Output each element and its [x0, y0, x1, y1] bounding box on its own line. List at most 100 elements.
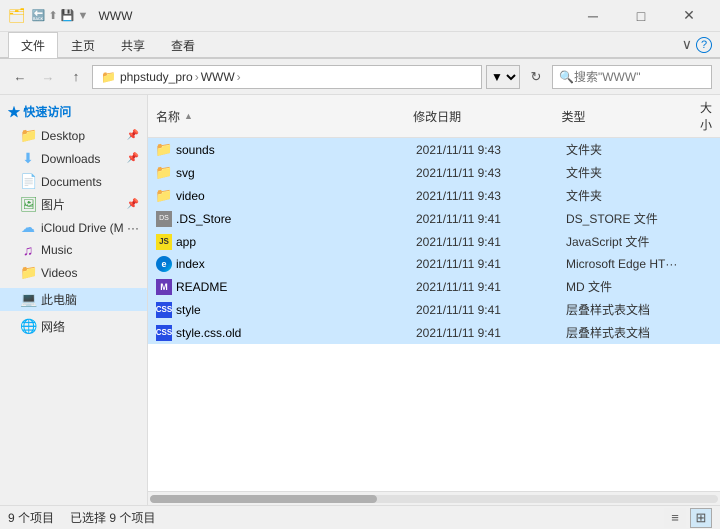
tab-view[interactable]: 查看: [158, 32, 208, 58]
file-type-stylecssold: 层叠样式表文档: [558, 322, 698, 343]
file-type-dsstore: DS_STORE 文件: [558, 208, 698, 229]
sidebar-item-music-label: Music: [41, 243, 72, 257]
music-icon: ♫: [20, 242, 36, 258]
forward-button[interactable]: →: [36, 65, 60, 89]
maximize-button[interactable]: □: [618, 0, 664, 32]
title-bar-left: 🗂 🔙 ⬆ 💾 ▼ WWW: [8, 7, 132, 24]
file-row-index[interactable]: e index 2021/11/11 9:41 Microsoft Edge H…: [148, 253, 720, 275]
file-name-readme: M README: [148, 277, 408, 297]
up-button[interactable]: ↑: [64, 65, 88, 89]
view-detail-button[interactable]: ⊞: [690, 508, 712, 528]
file-size-index: [698, 262, 720, 266]
file-size-video: [698, 194, 720, 198]
file-name-sounds: 📁 sounds: [148, 140, 408, 160]
file-row-app[interactable]: JS app 2021/11/11 9:41 JavaScript 文件: [148, 230, 720, 253]
tab-file[interactable]: 文件: [8, 32, 58, 58]
back-button[interactable]: ←: [8, 65, 32, 89]
sidebar-item-downloads[interactable]: ⬇ Downloads 📌: [0, 147, 147, 170]
sort-arrow-name: ▲: [184, 111, 193, 121]
file-date-index: 2021/11/11 9:41: [408, 255, 558, 273]
col-type[interactable]: 类型: [553, 106, 692, 127]
tab-home[interactable]: 主页: [58, 32, 108, 58]
file-name-index: e index: [148, 254, 408, 274]
file-row-style[interactable]: CSS style 2021/11/11 9:41 层叠样式表文档: [148, 298, 720, 321]
pin-icon-downloads: 📌: [127, 153, 139, 164]
refresh-button[interactable]: ↻: [524, 65, 548, 89]
file-size-readme: [698, 285, 720, 289]
folder-icon-video: 📁: [156, 188, 172, 204]
address-bar: ← → ↑ 📁 phpstudy_pro › WWW › ▼ ↻ 🔍: [0, 59, 720, 95]
main-area: ★ 快速访问 📁 Desktop 📌 ⬇ Downloads 📌 📄 Docum…: [0, 95, 720, 505]
file-date-stylecssold: 2021/11/11 9:41: [408, 324, 558, 342]
file-row-video[interactable]: 📁 video 2021/11/11 9:43 文件夹: [148, 184, 720, 207]
desktop-folder-icon: 📁: [20, 127, 36, 144]
css-icon-stylecssold: CSS: [156, 325, 172, 341]
sidebar-item-downloads-label: Downloads: [41, 152, 100, 166]
file-size-sounds: [698, 148, 720, 152]
sidebar-item-desktop[interactable]: 📁 Desktop 📌: [0, 124, 147, 147]
path-folder-icon: 📁: [101, 70, 116, 84]
col-size[interactable]: 大小: [692, 97, 720, 135]
file-size-dsstore: [698, 217, 720, 221]
status-bar: 9 个项目 已选择 9 个项目 ≡ ⊞: [0, 505, 720, 529]
view-list-button[interactable]: ≡: [664, 508, 686, 528]
file-row-dsstore[interactable]: DS .DS_Store 2021/11/11 9:41 DS_STORE 文件: [148, 207, 720, 230]
item-count: 9 个项目: [8, 509, 54, 526]
file-size-svg: [698, 171, 720, 175]
file-size-stylecssold: [698, 331, 720, 335]
title-text: WWW: [98, 9, 132, 23]
col-date[interactable]: 修改日期: [405, 106, 553, 127]
file-row-sounds[interactable]: 📁 sounds 2021/11/11 9:43 文件夹: [148, 138, 720, 161]
sidebar-item-music[interactable]: ♫ Music: [0, 239, 147, 261]
horizontal-scrollbar[interactable]: [148, 491, 720, 505]
path-sep-1: ›: [195, 70, 199, 84]
sidebar-item-pictures[interactable]: 🖼 图片 📌: [0, 193, 147, 216]
file-type-svg: 文件夹: [558, 162, 698, 183]
file-type-readme: MD 文件: [558, 276, 698, 297]
minimize-button[interactable]: ─: [570, 0, 616, 32]
file-date-dsstore: 2021/11/11 9:41: [408, 210, 558, 228]
file-type-index: Microsoft Edge HT···: [558, 255, 698, 273]
ribbon-collapse-icon[interactable]: ∨: [682, 36, 692, 53]
search-box[interactable]: 🔍: [552, 65, 712, 89]
icloud-icon: ☁: [20, 219, 36, 236]
ribbon-tabs: 文件 主页 共享 查看 ∨ ?: [0, 32, 720, 58]
file-name-svg: 📁 svg: [148, 163, 408, 183]
col-name[interactable]: 名称 ▲: [148, 106, 405, 127]
file-row-readme[interactable]: M README 2021/11/11 9:41 MD 文件: [148, 275, 720, 298]
close-button[interactable]: ✕: [666, 0, 712, 32]
file-row-svg[interactable]: 📁 svg 2021/11/11 9:43 文件夹: [148, 161, 720, 184]
file-date-svg: 2021/11/11 9:43: [408, 164, 558, 182]
scroll-track[interactable]: [150, 495, 718, 503]
file-name-app: JS app: [148, 232, 408, 252]
tab-share[interactable]: 共享: [108, 32, 158, 58]
file-type-style: 层叠样式表文档: [558, 299, 698, 320]
sidebar-item-icloud[interactable]: ☁ iCloud Drive (M ···: [0, 216, 147, 239]
downloads-folder-icon: ⬇: [20, 150, 36, 167]
file-row-stylecssold[interactable]: CSS style.css.old 2021/11/11 9:41 层叠样式表文…: [148, 321, 720, 344]
file-size-app: [698, 240, 720, 244]
sidebar-item-documents[interactable]: 📄 Documents: [0, 170, 147, 193]
file-name-stylecssold: CSS style.css.old: [148, 323, 408, 343]
file-area: 名称 ▲ 修改日期 类型 大小 📁 sounds 2021/11/11 9:43…: [148, 95, 720, 505]
quick-access-header[interactable]: ★ 快速访问: [0, 99, 147, 124]
documents-folder-icon: 📄: [20, 173, 36, 190]
folder-icon-svg: 📁: [156, 165, 172, 181]
sidebar-item-videos[interactable]: 📁 Videos: [0, 261, 147, 284]
file-name-style: CSS style: [148, 300, 408, 320]
status-right: ≡ ⊞: [664, 508, 712, 528]
file-date-app: 2021/11/11 9:41: [408, 233, 558, 251]
sidebar-item-videos-label: Videos: [41, 266, 77, 280]
file-type-app: JavaScript 文件: [558, 231, 698, 252]
title-bar-controls: ─ □ ✕: [570, 0, 712, 32]
help-icon[interactable]: ?: [696, 37, 712, 53]
search-input[interactable]: [574, 70, 720, 84]
sidebar-item-network[interactable]: 🌐 网络: [0, 315, 147, 338]
scroll-thumb[interactable]: [150, 495, 377, 503]
address-path[interactable]: 📁 phpstudy_pro › WWW ›: [92, 65, 482, 89]
path-dropdown[interactable]: ▼: [486, 65, 520, 89]
sidebar-item-thispc[interactable]: 💻 此电脑: [0, 288, 147, 311]
file-type-video: 文件夹: [558, 185, 698, 206]
folder-icon-sounds: 📁: [156, 142, 172, 158]
sidebar: ★ 快速访问 📁 Desktop 📌 ⬇ Downloads 📌 📄 Docum…: [0, 95, 148, 505]
